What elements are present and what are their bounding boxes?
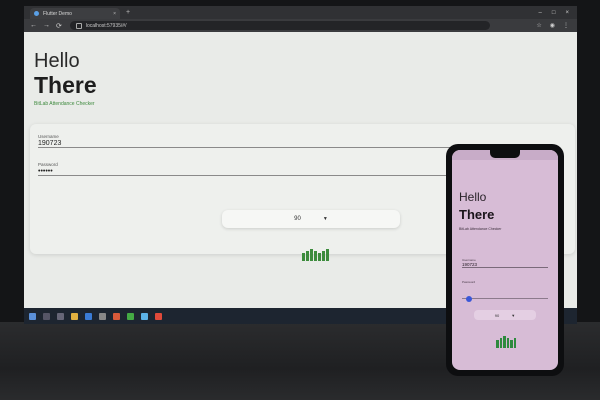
phone-username-value: 190723 <box>462 262 478 267</box>
close-window-icon[interactable]: × <box>565 10 569 16</box>
url-text: localhost:57935/#/ <box>85 22 127 29</box>
phone-loading-indicator-icon <box>496 336 516 348</box>
office-icon[interactable] <box>113 312 120 320</box>
task-view-icon[interactable] <box>57 312 64 320</box>
flutter-favicon-icon <box>34 11 39 16</box>
back-icon[interactable]: ← <box>30 22 37 29</box>
mail-icon[interactable] <box>85 312 92 320</box>
select-dropdown[interactable]: 90 ▼ <box>222 210 400 228</box>
windows-start-icon[interactable] <box>29 312 36 320</box>
phone-select-dropdown[interactable]: 90 ▼ <box>474 310 536 320</box>
toolbar-icons: ☆ ◉ ⋮ <box>536 22 569 29</box>
phone-notch <box>490 150 520 158</box>
username-label: Username <box>38 134 59 139</box>
app-icon[interactable] <box>99 312 106 320</box>
page-title: There <box>34 72 97 98</box>
phone-username-field[interactable]: Username 190723 <box>462 258 548 268</box>
window-controls: – □ × <box>539 10 569 16</box>
phone-password-field[interactable]: Password <box>462 280 548 284</box>
edge-icon[interactable] <box>141 312 148 320</box>
new-tab-icon[interactable]: + <box>126 9 130 16</box>
minimize-icon[interactable]: – <box>539 10 542 16</box>
phone-dropdown-arrow-icon: ▼ <box>511 312 516 318</box>
forward-icon[interactable]: → <box>43 22 50 29</box>
phone-dropdown-value: 90 <box>494 312 500 318</box>
dropdown-value: 90 <box>294 216 301 222</box>
loading-indicator-icon <box>302 249 329 261</box>
file-explorer-icon[interactable] <box>71 312 78 320</box>
phone-slider-track[interactable] <box>462 298 548 299</box>
password-value: •••••• <box>38 168 53 175</box>
password-label: Password <box>38 162 58 167</box>
phone-screen: Hello There BitLab Attendance Checker Us… <box>452 150 558 370</box>
app-subtitle: BitLab Attendance Checker <box>34 101 95 107</box>
browser-tab[interactable]: Flutter Demo × <box>30 8 120 19</box>
menu-icon[interactable]: ⋮ <box>563 22 569 29</box>
phone-greeting: Hello <box>459 190 487 204</box>
profile-icon[interactable]: ◉ <box>550 22 555 29</box>
chrome-icon[interactable] <box>155 312 162 320</box>
search-icon[interactable] <box>43 312 50 320</box>
dropdown-arrow-icon: ▼ <box>322 216 328 222</box>
bookmark-star-icon[interactable]: ☆ <box>536 22 541 29</box>
url-field[interactable]: localhost:57935/#/ <box>69 21 490 30</box>
browser-tab-bar: Flutter Demo × + – □ × <box>24 6 577 19</box>
phone-password-label: Password <box>462 280 476 284</box>
tab-title: Flutter Demo <box>43 10 72 17</box>
password-field[interactable]: Password •••••• <box>38 162 458 176</box>
phone: Hello There BitLab Attendance Checker Us… <box>446 144 564 376</box>
info-icon[interactable] <box>75 22 82 29</box>
username-value: 190723 <box>38 140 62 147</box>
phone-title: There <box>459 207 495 222</box>
greeting: Hello <box>34 50 80 72</box>
phone-slider-thumb[interactable] <box>466 296 472 302</box>
address-bar: ← → ⟳ localhost:57935/#/ ☆ ◉ ⋮ <box>24 19 577 32</box>
username-field[interactable]: Username 190723 <box>38 134 458 148</box>
app-icon[interactable] <box>127 312 134 320</box>
phone-subtitle: BitLab Attendance Checker <box>459 227 502 231</box>
maximize-icon[interactable]: □ <box>552 10 556 16</box>
reload-icon[interactable]: ⟳ <box>56 22 62 30</box>
close-tab-icon[interactable]: × <box>113 11 116 17</box>
